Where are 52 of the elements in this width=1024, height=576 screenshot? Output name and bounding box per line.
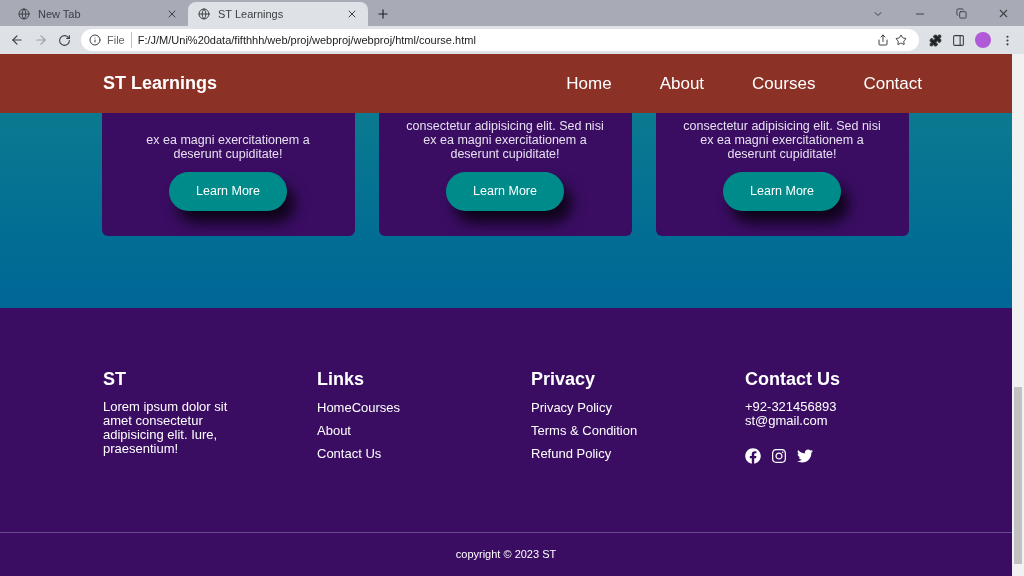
- close-icon[interactable]: [346, 8, 358, 20]
- nav-link[interactable]: Home: [566, 70, 612, 97]
- learn-more-button[interactable]: Learn More: [169, 172, 287, 211]
- nav-link[interactable]: About: [659, 70, 705, 97]
- profile-avatar[interactable]: [975, 32, 991, 48]
- browser-tab[interactable]: New Tab: [8, 2, 188, 26]
- address-bar[interactable]: File F:/J/M/Uni%20data/fifthhh/web/proj/webproj/webproj/html/course.html: [81, 29, 919, 51]
- share-icon[interactable]: [877, 34, 889, 46]
- restore-icon[interactable]: [956, 8, 967, 19]
- twitter-icon[interactable]: [797, 448, 813, 464]
- footer-heading: Contact Us: [745, 368, 841, 390]
- address-scheme: File: [107, 31, 132, 49]
- footer-link[interactable]: Privacy Policy: [531, 400, 745, 416]
- tab-title: ST Learnings: [218, 6, 285, 22]
- footer-link[interactable]: Refund Policy: [531, 446, 745, 462]
- extensions-icon[interactable]: [929, 33, 942, 47]
- footer-text: Lorem ipsum dolor sit amet consectetur adipisicing elit. Iure, praesentium!: [103, 400, 229, 456]
- contact-line: st@gmail.com: [745, 414, 829, 428]
- back-icon[interactable]: [10, 33, 24, 47]
- globe-icon: [198, 8, 210, 20]
- scrollbar[interactable]: [1012, 54, 1024, 576]
- footer-link[interactable]: About: [317, 423, 531, 439]
- copyright-text: copyright © 2023 ST: [455, 547, 557, 563]
- card-text: consectetur adipisicing elit. Sed nisi ex ea magni exercitationem a deserunt cupiditate!: [405, 119, 605, 161]
- globe-icon: [18, 8, 30, 20]
- brand-name[interactable]: ST Learnings: [103, 70, 567, 97]
- footer-heading: Links: [317, 368, 365, 390]
- footer-heading: Privacy: [531, 368, 597, 390]
- browser-tab[interactable]: ST Learnings: [188, 2, 368, 26]
- nav-link[interactable]: Contact: [863, 70, 922, 97]
- scrollbar-thumb[interactable]: [1014, 387, 1022, 564]
- instagram-icon[interactable]: [771, 448, 787, 464]
- card-text: ex ea magni exercitationem a deserunt cupiditate!: [145, 133, 311, 161]
- tab-title: New Tab: [38, 6, 82, 22]
- close-icon[interactable]: [166, 8, 178, 20]
- close-icon[interactable]: [997, 7, 1010, 20]
- footer-link[interactable]: Contact Us: [317, 446, 531, 462]
- nav-link[interactable]: Courses: [752, 70, 816, 97]
- address-url: F:/J/M/Uni%20data/fifthhh/web/proj/webproj/webproj/html/course.html: [137, 32, 477, 48]
- reload-icon[interactable]: [58, 33, 71, 47]
- learn-more-button[interactable]: Learn More: [723, 172, 841, 211]
- bookmark-icon[interactable]: [895, 34, 907, 46]
- side-panel-icon[interactable]: [952, 33, 965, 47]
- footer-heading: ST: [103, 368, 127, 390]
- facebook-icon[interactable]: [745, 448, 761, 464]
- contact-line: +92-321456893: [745, 400, 838, 414]
- card-text: consectetur adipisicing elit. Sed nisi ex ea magni exercitationem a deserunt cupiditate!: [682, 119, 882, 161]
- learn-more-button[interactable]: Learn More: [446, 172, 564, 211]
- footer-link[interactable]: Terms & Condition: [531, 423, 745, 439]
- footer-link[interactable]: HomeCourses: [317, 400, 531, 416]
- info-icon: [89, 34, 101, 46]
- new-tab-icon[interactable]: [376, 7, 390, 21]
